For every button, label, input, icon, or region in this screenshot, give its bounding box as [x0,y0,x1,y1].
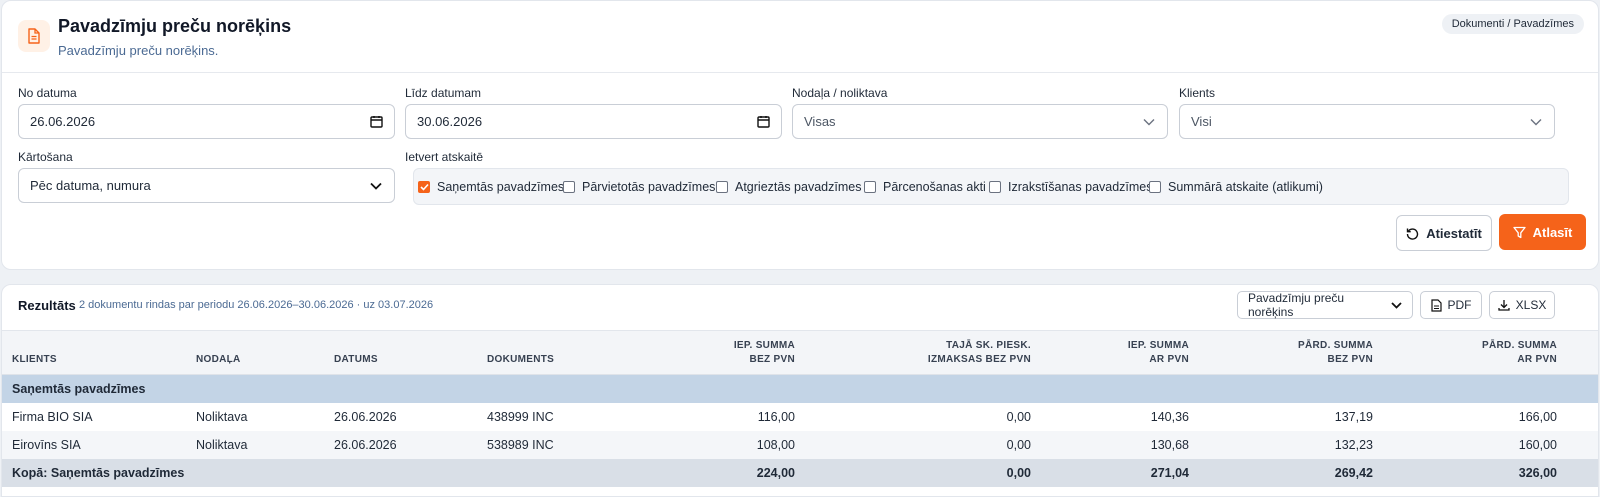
calendar-icon[interactable] [369,115,383,129]
breadcrumb[interactable]: Dokumenti / Pavadzīmes [1441,14,1584,34]
cell-sales-gross: 166,00 [1518,410,1557,424]
total-sales-net: 269,42 [1334,466,1373,480]
cell-purchase-gross: 130,68 [1150,438,1189,452]
client-select[interactable]: Visi [1179,104,1555,139]
group-label: Saņemtās pavadzīmes [12,382,146,396]
sort-label: Kārtošana [18,150,73,164]
cell-purchase-gross: 140,36 [1150,410,1189,424]
download-icon [1498,300,1510,311]
col-date[interactable]: DATUMS [334,353,378,367]
cell-client: Firma BIO SIA [12,410,93,424]
col-document[interactable]: DOKUMENTS [487,353,554,367]
total-purchase-gross: 271,04 [1150,466,1189,480]
client-label: Klients [1179,86,1216,100]
cell-sales-gross: 160,00 [1518,438,1557,452]
cell-department: Noliktava [196,438,248,452]
table-row[interactable]: Eirovīns SIA Noliktava 26.06.2026 538989… [2,431,1598,459]
department-label: Nodaļa / noliktava [792,86,888,100]
page-title: Pavadzīmju preču norēķins [58,16,292,36]
checkbox-icon[interactable] [563,181,575,193]
cell-surcharge-net: 0,00 [1006,438,1031,452]
checkbox-icon[interactable] [716,181,728,193]
total-sales-gross: 326,00 [1518,466,1557,480]
cell-department: Noliktava [196,410,248,424]
file-icon [1430,298,1442,312]
cell-purchase-net: 108,00 [756,438,795,452]
calendar-icon[interactable] [756,115,770,129]
sort-select[interactable]: Pēc datuma, numura [18,168,395,203]
report-types-label: Ietvert atskaitē [405,150,484,164]
chevron-down-icon [369,179,383,193]
table-header: KLIENTS NODAĻA DATUMS DOKUMENTS IEP. SUM… [2,330,1598,375]
to-date-input[interactable]: 30.06.2026 [405,104,782,139]
results-meta: 2 dokumentu rindas par periodu 26.06.202… [79,299,434,311]
reset-button[interactable]: Atiestatīt [1396,215,1492,251]
cell-document: 538989 INC [487,438,554,452]
results-title: Rezultāts [18,298,76,313]
document-icon [18,20,50,52]
filter-icon [1512,226,1526,238]
results-card: Rezultāts 2 dokumentu rindas par periodu… [1,284,1599,497]
total-label: Kopā: Saņemtās pavadzīmes [12,466,185,480]
col-client[interactable]: KLIENTS [12,353,57,367]
refresh-icon [1406,227,1419,240]
col-sales-gross[interactable]: PĀRD. SUMMA AR PVN [1482,339,1557,367]
checkbox-repricing[interactable]: Pārcenošanas akti [864,180,986,194]
cell-sales-net: 132,23 [1334,438,1373,452]
submit-button[interactable]: Atlasīt [1499,214,1586,250]
cell-document: 438999 INC [487,410,554,424]
report-type-select[interactable]: Pavadzīmju preču norēķins [1237,291,1413,319]
xlsx-export-button[interactable]: XLSX [1489,291,1555,319]
total-row: Kopā: Saņemtās pavadzīmes 224,00 0,00 27… [2,459,1598,487]
col-department[interactable]: NODAĻA [196,353,241,367]
from-date-label: No datuma [18,86,77,100]
chevron-down-icon [1391,298,1402,312]
cell-date: 26.06.2026 [334,438,397,452]
checkbox-received[interactable]: Saņemtās pavadzīmes [418,180,564,194]
pdf-export-button[interactable]: PDF [1420,291,1482,319]
page-header: Pavadzīmju preču norēķins Pavadzīmju pre… [2,1,1598,73]
checkbox-returned[interactable]: Atgrieztās pavadzīmes [716,180,861,194]
group-row: Saņemtās pavadzīmes [2,375,1598,403]
table-row[interactable]: Firma BIO SIA Noliktava 26.06.2026 43899… [2,403,1598,431]
report-types-group: Saņemtās pavadzīmes Pārvietotās pavadzīm… [413,168,1569,205]
filter-card: Pavadzīmju preču norēķins Pavadzīmju pre… [1,0,1599,270]
total-surcharge-net: 0,00 [1006,466,1031,480]
page-subtitle: Pavadzīmju preču norēķins. [58,43,219,58]
col-sales-net[interactable]: PĀRD. SUMMA BEZ PVN [1298,339,1373,367]
col-surcharge-net[interactable]: TAJĀ SK. PIESK. IZMAKSAS BEZ PVN [928,339,1031,367]
to-date-label: Līdz datumam [405,86,482,100]
checkbox-icon[interactable] [989,181,1001,193]
cell-surcharge-net: 0,00 [1006,410,1031,424]
checkbox-issued[interactable]: Izrakstīšanas pavadzīmes [989,180,1153,194]
checkbox-icon[interactable] [1149,181,1161,193]
cell-purchase-net: 116,00 [757,410,795,424]
checkbox-icon[interactable] [864,181,876,193]
department-select[interactable]: Visas [792,104,1168,139]
col-purchase-net[interactable]: IEP. SUMMA BEZ PVN [734,339,795,367]
checkbox-summary[interactable]: Summārā atskaite (atlikumi) [1149,180,1323,194]
chevron-down-icon [1529,115,1543,129]
checkbox-transferred[interactable]: Pārvietotās pavadzīmes [563,180,715,194]
cell-client: Eirovīns SIA [12,438,81,452]
checkbox-checked-icon[interactable] [418,181,430,193]
col-purchase-gross[interactable]: IEP. SUMMA AR PVN [1128,339,1189,367]
chevron-down-icon [1142,115,1156,129]
total-purchase-net: 224,00 [756,466,795,480]
cell-date: 26.06.2026 [334,410,397,424]
from-date-input[interactable]: 26.06.2026 [18,104,395,139]
cell-sales-net: 137,19 [1334,410,1373,424]
